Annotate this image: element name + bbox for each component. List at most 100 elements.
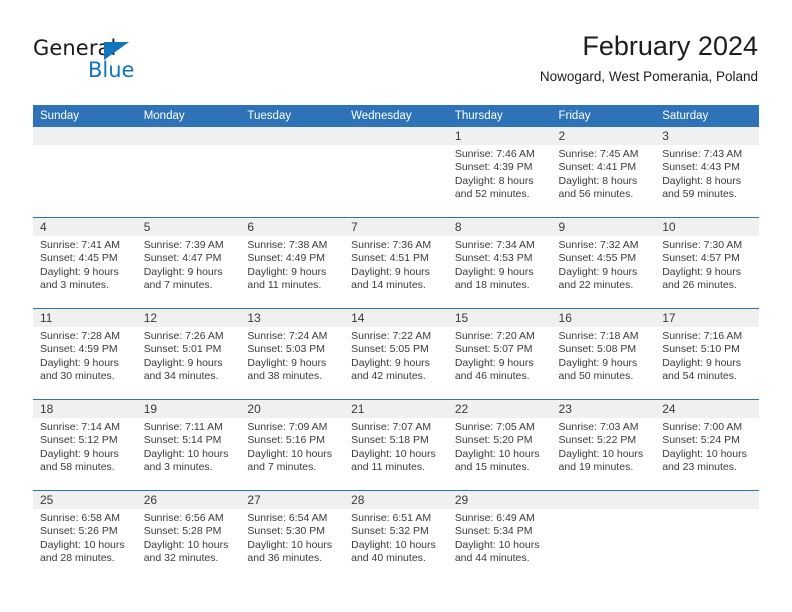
day-cell[interactable]: 22 Sunrise: 7:05 AM Sunset: 5:20 PM Dayligh… xyxy=(447,400,552,490)
day-cell[interactable]: 23 Sunrise: 7:03 AM Sunset: 5:22 PM Dayligh… xyxy=(551,400,656,490)
day-cell[interactable]: 26 Sunrise: 6:56 AM Sunset: 5:28 PM Dayligh… xyxy=(136,491,241,581)
calendar-cell[interactable]: 8 Sunrise: 7:34 AM Sunset: 4:53 PM Daylight… xyxy=(447,217,552,309)
day-detail-line: and 7 minutes. xyxy=(247,461,317,474)
day-details: Sunrise: 6:56 AM Sunset: 5:28 PM Daylight:… xyxy=(137,509,241,566)
day-detail-line: Sunrise: 6:56 AM xyxy=(143,512,224,524)
day-cell[interactable]: 27 Sunrise: 6:54 AM Sunset: 5:30 PM Dayligh… xyxy=(240,491,345,581)
day-cell[interactable]: 16 Sunrise: 7:18 AM Sunset: 5:08 PM Dayligh… xyxy=(551,309,656,399)
day-cell[interactable]: 9 Sunrise: 7:32 AM Sunset: 4:55 PM Daylight… xyxy=(551,218,656,308)
day-cell[interactable] xyxy=(136,127,241,217)
day-cell[interactable]: 20 Sunrise: 7:09 AM Sunset: 5:16 PM Dayligh… xyxy=(240,400,345,490)
day-cell[interactable]: 28 Sunrise: 6:51 AM Sunset: 5:32 PM Dayligh… xyxy=(344,491,448,581)
calendar-cell[interactable]: 6 Sunrise: 7:38 AM Sunset: 4:49 PM Daylight… xyxy=(240,217,345,309)
day-number xyxy=(136,127,241,145)
day-cell[interactable]: 2 Sunrise: 7:45 AM Sunset: 4:41 PM Daylight… xyxy=(551,127,656,217)
day-cell[interactable] xyxy=(655,491,759,581)
calendar-cell[interactable]: 1 Sunrise: 7:46 AM Sunset: 4:39 PM Daylight… xyxy=(447,127,552,218)
day-detail-line: Sunset: 4:39 PM xyxy=(454,161,533,174)
calendar-cell[interactable]: 11 Sunrise: 7:28 AM Sunset: 4:59 PM Dayligh… xyxy=(33,308,137,400)
calendar-cell[interactable]: 24 Sunrise: 7:00 AM Sunset: 5:24 PM Dayligh… xyxy=(655,399,759,491)
day-details: Sunrise: 7:20 AM Sunset: 5:07 PM Daylight:… xyxy=(448,327,552,384)
day-detail-line: Sunrise: 7:03 AM xyxy=(558,421,639,433)
calendar-cell[interactable]: 17 Sunrise: 7:16 AM Sunset: 5:10 PM Dayligh… xyxy=(655,308,759,400)
day-detail-line: and 44 minutes. xyxy=(454,552,530,565)
day-details: Sunrise: 7:18 AM Sunset: 5:08 PM Daylight:… xyxy=(552,327,656,384)
calendar-cell[interactable]: 14 Sunrise: 7:22 AM Sunset: 5:05 PM Dayligh… xyxy=(344,308,448,400)
calendar-cell[interactable]: 22 Sunrise: 7:05 AM Sunset: 5:20 PM Dayligh… xyxy=(447,399,552,491)
day-cell[interactable]: 15 Sunrise: 7:20 AM Sunset: 5:07 PM Dayligh… xyxy=(447,309,552,399)
day-detail-line: Sunset: 4:51 PM xyxy=(351,252,429,265)
day-number: 22 xyxy=(447,400,552,418)
day-cell[interactable]: 21 Sunrise: 7:07 AM Sunset: 5:18 PM Dayligh… xyxy=(344,400,448,490)
day-cell[interactable]: 1 Sunrise: 7:46 AM Sunset: 4:39 PM Daylight… xyxy=(447,127,552,217)
day-cell[interactable]: 5 Sunrise: 7:39 AM Sunset: 4:47 PM Daylight… xyxy=(136,218,241,308)
calendar-cell[interactable]: 18 Sunrise: 7:14 AM Sunset: 5:12 PM Dayligh… xyxy=(33,399,137,491)
calendar-cell[interactable]: 28 Sunrise: 6:51 AM Sunset: 5:32 PM Dayligh… xyxy=(344,490,448,581)
calendar-cell[interactable]: 13 Sunrise: 7:24 AM Sunset: 5:03 PM Dayligh… xyxy=(240,308,345,400)
day-cell[interactable]: 11 Sunrise: 7:28 AM Sunset: 4:59 PM Dayligh… xyxy=(33,309,137,399)
day-cell[interactable] xyxy=(240,127,345,217)
day-cell[interactable]: 25 Sunrise: 6:58 AM Sunset: 5:26 PM Dayligh… xyxy=(33,491,137,581)
calendar-cell[interactable]: 7 Sunrise: 7:36 AM Sunset: 4:51 PM Daylight… xyxy=(344,217,448,309)
calendar-cell[interactable]: 25 Sunrise: 6:58 AM Sunset: 5:26 PM Dayligh… xyxy=(33,490,137,581)
day-cell[interactable]: 7 Sunrise: 7:36 AM Sunset: 4:51 PM Daylight… xyxy=(344,218,448,308)
day-cell[interactable]: 10 Sunrise: 7:30 AM Sunset: 4:57 PM Dayligh… xyxy=(655,218,759,308)
day-cell[interactable]: 4 Sunrise: 7:41 AM Sunset: 4:45 PM Daylight… xyxy=(33,218,137,308)
day-cell[interactable]: 14 Sunrise: 7:22 AM Sunset: 5:05 PM Dayligh… xyxy=(344,309,448,399)
calendar-cell[interactable]: 21 Sunrise: 7:07 AM Sunset: 5:18 PM Dayligh… xyxy=(344,399,448,491)
calendar-cell[interactable]: 10 Sunrise: 7:30 AM Sunset: 4:57 PM Dayligh… xyxy=(655,217,759,309)
calendar-cell[interactable] xyxy=(136,127,241,218)
calendar-cell[interactable] xyxy=(655,490,759,581)
day-detail-line: and 26 minutes. xyxy=(662,279,737,292)
page-subtitle: Nowogard, West Pomerania, Poland xyxy=(539,69,758,84)
day-cell[interactable]: 29 Sunrise: 6:49 AM Sunset: 5:34 PM Dayligh… xyxy=(447,491,552,581)
calendar-cell[interactable]: 29 Sunrise: 6:49 AM Sunset: 5:34 PM Dayligh… xyxy=(447,490,552,581)
day-detail-line: Daylight: 10 hours xyxy=(351,538,436,551)
calendar-cell[interactable]: 9 Sunrise: 7:32 AM Sunset: 4:55 PM Daylight… xyxy=(551,217,656,309)
calendar-cell[interactable]: 2 Sunrise: 7:45 AM Sunset: 4:41 PM Daylight… xyxy=(551,127,656,218)
day-cell[interactable]: 12 Sunrise: 7:26 AM Sunset: 5:01 PM Dayligh… xyxy=(136,309,241,399)
day-cell[interactable]: 18 Sunrise: 7:14 AM Sunset: 5:12 PM Dayligh… xyxy=(33,400,137,490)
calendar-cell[interactable]: 26 Sunrise: 6:56 AM Sunset: 5:28 PM Dayligh… xyxy=(136,490,241,581)
day-detail-line: and 46 minutes. xyxy=(454,370,530,383)
day-cell[interactable] xyxy=(344,127,448,217)
calendar-body: 1 Sunrise: 7:46 AM Sunset: 4:39 PM Daylight… xyxy=(33,127,759,581)
day-number xyxy=(33,127,137,145)
day-detail-line: Daylight: 9 hours xyxy=(662,356,742,369)
calendar-cell[interactable]: 5 Sunrise: 7:39 AM Sunset: 4:47 PM Daylight… xyxy=(136,217,241,309)
day-number: 20 xyxy=(240,400,345,418)
calendar-cell[interactable]: 16 Sunrise: 7:18 AM Sunset: 5:08 PM Dayligh… xyxy=(551,308,656,400)
day-cell[interactable]: 3 Sunrise: 7:43 AM Sunset: 4:43 PM Daylight… xyxy=(655,127,759,217)
day-number: 6 xyxy=(240,218,345,236)
day-cell[interactable]: 17 Sunrise: 7:16 AM Sunset: 5:10 PM Dayligh… xyxy=(655,309,759,399)
day-detail-line: Sunrise: 7:24 AM xyxy=(247,330,328,342)
day-detail-line: Sunset: 5:03 PM xyxy=(247,343,326,356)
day-number xyxy=(655,491,759,509)
day-detail-line: Daylight: 9 hours xyxy=(40,356,119,369)
page-header: General Blue February 2024 Nowogard, Wes… xyxy=(0,0,792,100)
day-details: Sunrise: 7:32 AM Sunset: 4:55 PM Daylight:… xyxy=(552,236,656,293)
calendar-cell[interactable] xyxy=(551,490,656,581)
day-cell[interactable] xyxy=(551,491,656,581)
calendar-cell[interactable]: 15 Sunrise: 7:20 AM Sunset: 5:07 PM Dayligh… xyxy=(447,308,552,400)
day-cell[interactable] xyxy=(33,127,137,217)
calendar-cell[interactable]: 20 Sunrise: 7:09 AM Sunset: 5:16 PM Dayligh… xyxy=(240,399,345,491)
day-detail-line: Sunrise: 7:18 AM xyxy=(558,330,639,342)
day-cell[interactable]: 6 Sunrise: 7:38 AM Sunset: 4:49 PM Daylight… xyxy=(240,218,345,308)
calendar-cell[interactable]: 4 Sunrise: 7:41 AM Sunset: 4:45 PM Daylight… xyxy=(33,217,137,309)
day-cell[interactable]: 13 Sunrise: 7:24 AM Sunset: 5:03 PM Dayligh… xyxy=(240,309,345,399)
calendar-cell[interactable] xyxy=(240,127,345,218)
calendar-cell[interactable] xyxy=(33,127,137,218)
day-detail-line: and 22 minutes. xyxy=(558,279,634,292)
day-detail-line: Sunset: 5:05 PM xyxy=(351,343,429,356)
calendar-cell[interactable]: 19 Sunrise: 7:11 AM Sunset: 5:14 PM Dayligh… xyxy=(136,399,241,491)
day-cell[interactable]: 19 Sunrise: 7:11 AM Sunset: 5:14 PM Dayligh… xyxy=(136,400,241,490)
day-cell[interactable]: 8 Sunrise: 7:34 AM Sunset: 4:53 PM Daylight… xyxy=(447,218,552,308)
calendar-cell[interactable]: 23 Sunrise: 7:03 AM Sunset: 5:22 PM Dayligh… xyxy=(551,399,656,491)
calendar-cell[interactable]: 3 Sunrise: 7:43 AM Sunset: 4:43 PM Daylight… xyxy=(655,127,759,218)
day-number: 18 xyxy=(33,400,137,418)
calendar-cell[interactable]: 27 Sunrise: 6:54 AM Sunset: 5:30 PM Dayligh… xyxy=(240,490,345,581)
day-cell[interactable]: 24 Sunrise: 7:00 AM Sunset: 5:24 PM Dayligh… xyxy=(655,400,759,490)
calendar-cell[interactable] xyxy=(344,127,448,218)
calendar-cell[interactable]: 12 Sunrise: 7:26 AM Sunset: 5:01 PM Dayligh… xyxy=(136,308,241,400)
